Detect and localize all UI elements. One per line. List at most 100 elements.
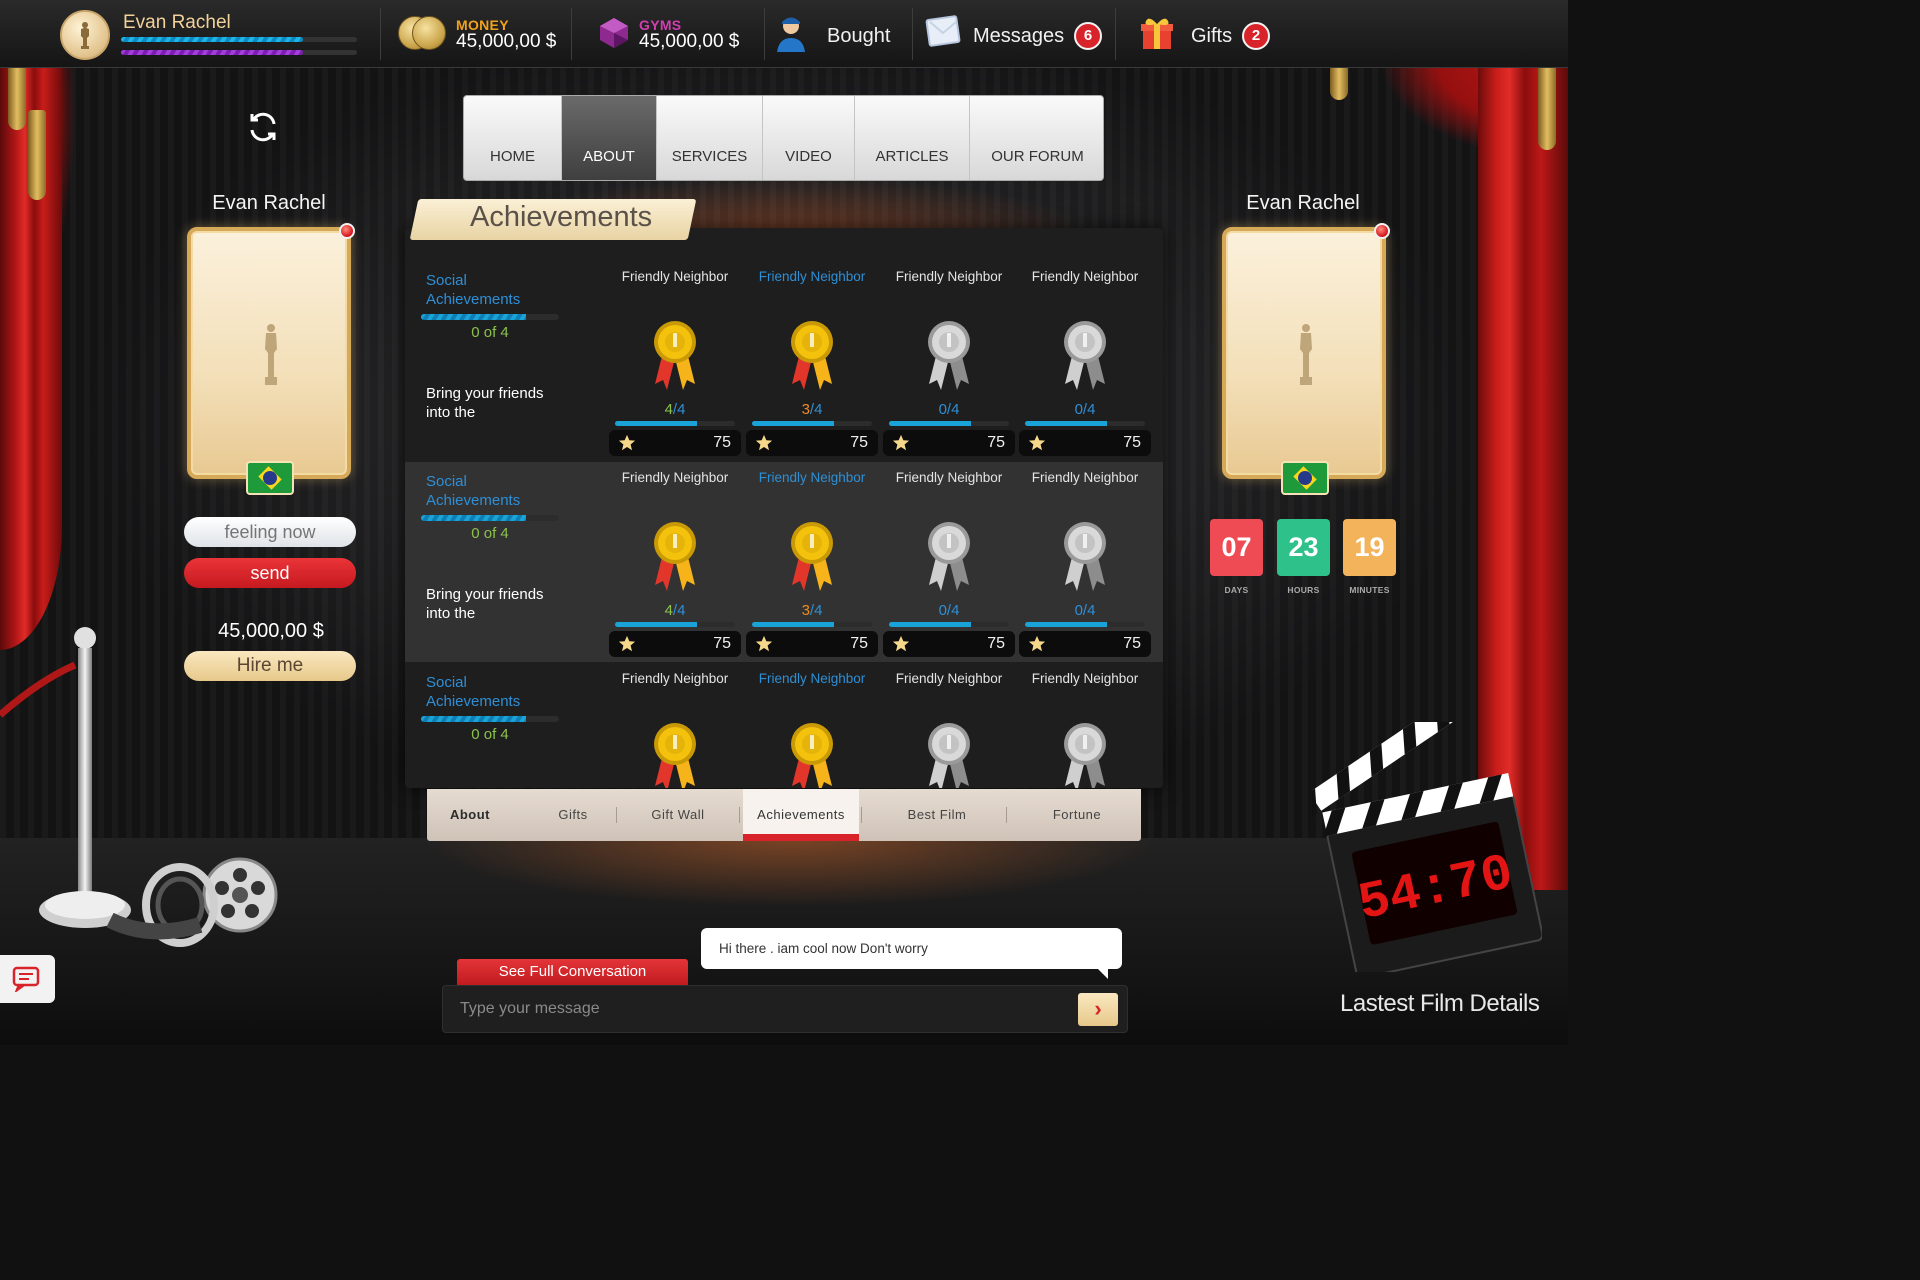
achievement-progress-bar [752,622,872,627]
achievement-description: Bring your friends into the [426,385,544,421]
top-bar: Evan Rachel MONEY 45,000,00 $ GYMS 45,00… [0,0,1568,68]
tab-achievements[interactable]: Achievements [743,789,859,841]
achievement-card[interactable]: Friendly Neighbor [609,630,741,788]
right-profile-name: Evan Rachel [1246,192,1360,214]
chat-toggle[interactable] [0,955,55,1003]
send-message-button[interactable]: › [1078,993,1118,1026]
category-count: 0 of 4 [471,726,509,743]
achievement-progress: 0/4 [1074,602,1096,619]
left-tassel [28,110,46,200]
silver-medal-icon [1064,723,1106,788]
gold-medal-icon [654,723,696,788]
menu-item-our-forum[interactable]: OUR FORUM [970,96,1103,180]
achievement-progress: 4/4 [664,401,686,418]
achievement-card[interactable]: Friendly Neighbor 3/4 75 [746,429,878,657]
brazil-flag-icon [1281,461,1329,495]
achievement-card[interactable]: Friendly Neighbor 0/4 75 [883,429,1015,657]
bought-link[interactable]: Bought [827,25,890,48]
feeling-input[interactable] [184,517,356,547]
velvet-rope-stanchion-icon [0,627,278,947]
achievement-name: Friendly Neighbor [1031,470,1139,485]
achievement-category: Social Achievements [426,272,521,308]
tab-about[interactable]: About [427,789,513,841]
category-progress-bar [421,314,559,320]
achievement-card[interactable]: Friendly Neighbor 3/4 75 [746,228,878,456]
achievement-progress: 3/4 [801,602,823,619]
achievement-progress-bar [1025,421,1145,426]
achievement-row: Social Achievements 0 of 4 Friendly Neig… [405,663,1163,788]
send-button[interactable]: send [184,558,356,588]
tab-fortune[interactable]: Fortune [1021,789,1133,841]
see-full-conversation-button[interactable]: See Full Conversation [457,959,688,985]
achievement-progress-bar [752,421,872,426]
achievement-progress-bar [615,421,735,426]
gold-medal-icon [791,723,833,788]
gift-icon [1141,18,1173,49]
gifts-link[interactable]: Gifts [1191,25,1232,48]
user-avatar[interactable] [60,10,110,60]
floor-light [420,838,1160,908]
achievement-card[interactable]: Friendly Neighbor 4/4 75 [609,228,741,456]
category-progress-bar [421,515,559,521]
achievement-category: Social Achievements [426,674,521,710]
gem-icon [600,18,628,48]
achievement-name: Friendly Neighbor [895,470,1003,485]
achievement-description: Bring your friends into the [426,586,544,622]
achievement-name: Friendly Neighbor [895,269,1003,284]
achievement-progress-bar [889,622,1009,627]
right-tassel [1538,60,1556,150]
menu-item-home[interactable]: HOME [464,96,562,180]
online-status-dot [1374,223,1390,239]
category-count: 0 of 4 [471,324,509,341]
gold-medal-icon [791,321,833,390]
menu-item-about[interactable]: ABOUT [562,96,657,180]
achievement-card[interactable]: Friendly Neighbor [1019,630,1151,788]
menu-item-articles[interactable]: ARTICLES [855,96,970,180]
gifts-badge: 2 [1242,22,1270,50]
countdown-hours-label: HOURS [1287,585,1320,595]
achievement-card[interactable]: Friendly Neighbor 0/4 75 [883,228,1015,456]
menu-item-video[interactable]: VIDEO [763,96,855,180]
brazil-flag-icon [246,461,294,495]
achievement-card[interactable]: Friendly Neighbor 4/4 75 [609,429,741,657]
clapperboard-icon: 54:70 [1312,722,1542,972]
profile-tabs: About Gifts Gift Wall Achievements Best … [427,789,1141,841]
chat-icon [12,966,40,992]
tab-gift-wall[interactable]: Gift Wall [632,789,724,841]
latest-film-details-link[interactable]: Lastest Film Details [1340,990,1540,1018]
online-status-dot [339,223,355,239]
silver-medal-icon [928,723,970,788]
coins-icon [398,14,448,52]
gold-medal-icon [791,522,833,591]
achievement-card[interactable]: Friendly Neighbor 0/4 75 [1019,228,1151,456]
money-value: 45,000,00 $ [456,31,557,52]
silver-medal-icon [1064,321,1106,390]
silver-medal-icon [928,522,970,591]
left-profile-card[interactable] [187,223,355,479]
username[interactable]: Evan Rachel [123,12,231,34]
menu-item-services[interactable]: SERVICES [657,96,763,180]
achievement-progress-bar [1025,622,1145,627]
achievements-title: Achievements [470,201,653,233]
achievement-card[interactable]: Friendly Neighbor [746,630,878,788]
right-profile-card[interactable] [1222,223,1390,479]
achievement-name: Friendly Neighbor [621,470,729,485]
achievement-progress-bar [615,622,735,627]
tab-best-film[interactable]: Best Film [877,789,997,841]
achievement-card[interactable]: Friendly Neighbor [883,630,1015,788]
gold-medal-icon [654,321,696,390]
category-progress-bar [421,716,559,722]
achievement-category: Social Achievements [426,473,521,509]
achievement-name: Friendly Neighbor [1031,269,1139,284]
oscar-statuette-icon [81,22,89,49]
silver-medal-icon [928,321,970,390]
message-input[interactable] [460,997,1060,1021]
achievement-row: Social Achievements 0 of 4 Bring your fr… [405,228,1163,456]
tab-gifts[interactable]: Gifts [531,789,615,841]
achievement-card[interactable]: Friendly Neighbor 0/4 75 [1019,429,1151,657]
countdown-hours: 23 [1277,519,1330,576]
achievement-name: Friendly Neighbor [758,269,866,284]
achievement-progress-bar [889,421,1009,426]
messages-link[interactable]: Messages [973,25,1064,48]
refresh-icon[interactable] [244,108,282,146]
